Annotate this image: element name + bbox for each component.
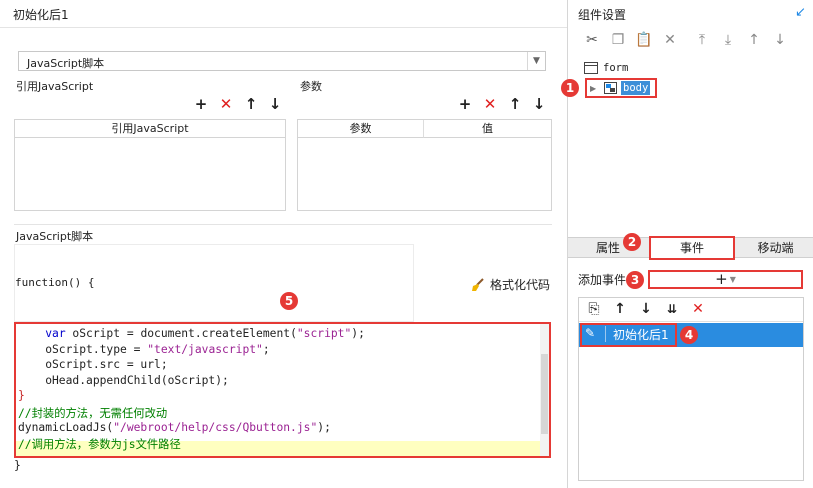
event-list-panel: ⎘ ↑ ↓ ⇊ ✕ ✎ 初始化后1 bbox=[578, 297, 804, 481]
annotation-badge-4: 4 bbox=[680, 326, 698, 344]
tab-events[interactable]: 事件 bbox=[649, 236, 735, 260]
code-line: //调用方法，参数为js文件路径 bbox=[18, 436, 181, 452]
event-editor-panel: 初始化后1 JavaScript脚本 ▼ 引用JavaScript + ✕ ↑ … bbox=[0, 0, 567, 488]
add-event-dropdown[interactable]: + ▼ bbox=[648, 270, 803, 289]
move-down-ref-js-button[interactable]: ↓ bbox=[267, 96, 283, 112]
body-icon bbox=[604, 82, 617, 94]
code-token: ); bbox=[351, 327, 365, 340]
code-scrollbar-thumb[interactable] bbox=[541, 354, 548, 434]
function-header: function() { bbox=[15, 276, 95, 289]
value-column-header: 值 bbox=[424, 120, 551, 138]
code-token: //封装的方法，无需任何改动 bbox=[18, 407, 168, 420]
tree-node-form-label: form bbox=[603, 62, 629, 74]
code-line: var oScript = document.createElement("sc… bbox=[18, 327, 365, 340]
code-line: dynamicLoadJs("/webroot/help/css/Qbutton… bbox=[18, 421, 331, 434]
code-token: oScript.type = bbox=[18, 342, 148, 356]
section-divider bbox=[14, 224, 552, 225]
ref-js-column-header: 引用JavaScript bbox=[15, 120, 285, 138]
move-up-ref-js-button[interactable]: ↑ bbox=[243, 96, 259, 112]
code-line: oScript.type = "text/javascript"; bbox=[18, 342, 270, 356]
code-token: "script" bbox=[296, 327, 352, 340]
move-down-param-button[interactable]: ↓ bbox=[531, 96, 547, 112]
code-token: var bbox=[45, 327, 66, 340]
move-down-icon[interactable]: ↓ bbox=[771, 31, 789, 49]
code-token: ; bbox=[262, 342, 270, 356]
script-type-select[interactable]: JavaScript脚本 ▼ bbox=[18, 51, 546, 71]
copy-icon[interactable]: ❐ bbox=[609, 31, 627, 49]
code-editor[interactable]: var oScript = document.createElement("sc… bbox=[14, 322, 551, 458]
expand-caret-icon[interactable]: ▶ bbox=[590, 84, 596, 93]
code-token: ); bbox=[317, 420, 331, 434]
tree-node-body[interactable]: ▶ body bbox=[585, 78, 657, 98]
ref-js-table[interactable]: 引用JavaScript bbox=[14, 119, 286, 211]
ref-js-label: 引用JavaScript bbox=[16, 80, 94, 93]
tree-node-body-label: body bbox=[621, 81, 651, 95]
annotation-badge-1: 1 bbox=[561, 79, 579, 97]
add-event-label: 添加事件 bbox=[578, 273, 627, 287]
form-icon bbox=[584, 62, 598, 74]
move-bottom-icon[interactable]: ⤓ bbox=[719, 31, 737, 49]
code-line: } bbox=[18, 389, 25, 402]
sort-event-icon[interactable]: ⇊ bbox=[664, 301, 680, 317]
format-code-label: 格式化代码 bbox=[490, 278, 551, 292]
params-table[interactable]: 参数 值 bbox=[297, 119, 552, 211]
broom-icon bbox=[471, 277, 485, 292]
settings-tabs: 属性 事件 移动端 bbox=[568, 236, 813, 260]
code-token: oScript = document.createElement( bbox=[65, 327, 297, 340]
edit-pencil-icon[interactable]: ✎ bbox=[585, 326, 599, 340]
cut-icon[interactable]: ✂ bbox=[583, 31, 601, 49]
code-token: oHead.appendChild(oScript); bbox=[18, 373, 229, 387]
code-line: oScript.src = url; bbox=[18, 358, 168, 372]
annotation-badge-3: 3 bbox=[626, 271, 644, 289]
params-label: 参数 bbox=[300, 80, 322, 93]
move-up-param-button[interactable]: ↑ bbox=[507, 96, 523, 112]
code-scrollbar[interactable] bbox=[540, 324, 549, 456]
editor-title: 初始化后1 bbox=[13, 8, 69, 22]
move-down-event-icon[interactable]: ↓ bbox=[638, 301, 654, 317]
tree-node-form[interactable]: form bbox=[584, 62, 628, 74]
annotation-badge-5: 5 bbox=[280, 292, 298, 310]
add-param-button[interactable]: + bbox=[457, 96, 473, 112]
editor-title-bar bbox=[0, 0, 567, 28]
code-line: oHead.appendChild(oScript); bbox=[18, 374, 229, 387]
code-token: dynamicLoadJs( bbox=[18, 420, 114, 434]
move-top-icon[interactable]: ⤒ bbox=[693, 31, 711, 49]
event-item-separator bbox=[605, 326, 606, 342]
paste-icon[interactable]: 📋 bbox=[635, 31, 653, 49]
move-up-event-icon[interactable]: ↑ bbox=[612, 301, 628, 317]
collapse-arrow-icon[interactable]: ↙ bbox=[795, 5, 806, 20]
param-column-header: 参数 bbox=[298, 120, 424, 138]
copy-event-icon[interactable]: ⎘ bbox=[586, 301, 602, 317]
chevron-down-icon[interactable]: ▼ bbox=[527, 52, 545, 70]
event-item-label: 初始化后1 bbox=[613, 328, 669, 342]
move-up-icon[interactable]: ↑ bbox=[745, 31, 763, 49]
delete-icon[interactable]: ✕ bbox=[661, 31, 679, 49]
chevron-down-icon: ▼ bbox=[729, 275, 736, 284]
code-token: "text/javascript" bbox=[147, 342, 263, 356]
component-settings-title: 组件设置 bbox=[578, 8, 627, 22]
tab-mobile[interactable]: 移动端 bbox=[738, 238, 813, 258]
function-closing-brace: } bbox=[14, 459, 21, 472]
delete-param-button[interactable]: ✕ bbox=[482, 96, 498, 112]
add-ref-js-button[interactable]: + bbox=[193, 96, 209, 112]
annotation-badge-2: 2 bbox=[623, 233, 641, 251]
delete-ref-js-button[interactable]: ✕ bbox=[218, 96, 234, 112]
delete-event-icon[interactable]: ✕ bbox=[690, 301, 706, 317]
code-token: } bbox=[18, 389, 25, 403]
plus-icon: + bbox=[715, 270, 728, 288]
code-line: //封装的方法，无需任何改动 bbox=[18, 405, 167, 421]
format-code-button[interactable]: 格式化代码 bbox=[471, 276, 550, 293]
code-token: "/webroot/help/css/Qbutton.js" bbox=[113, 420, 318, 434]
script-section-label: JavaScript脚本 bbox=[16, 230, 94, 243]
code-token: oScript.src = url; bbox=[18, 358, 168, 372]
event-list-toolbar: ⎘ ↑ ↓ ⇊ ✕ bbox=[579, 298, 803, 322]
code-token: //调用方法，参数为js文件路径 bbox=[18, 438, 181, 452]
script-type-value: JavaScript脚本 bbox=[27, 57, 105, 70]
